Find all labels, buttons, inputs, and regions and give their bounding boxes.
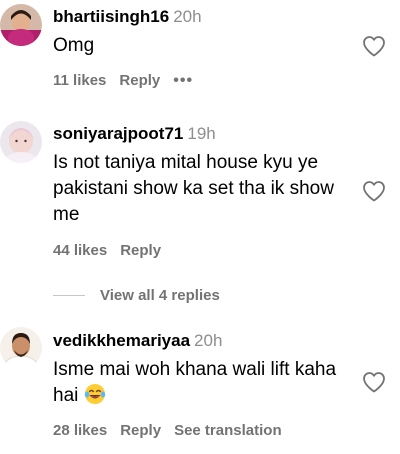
likes-count[interactable]: 44 likes [53, 242, 107, 259]
reply-button[interactable]: Reply [120, 242, 161, 259]
reply-button[interactable]: Reply [119, 72, 160, 89]
heart-outline-icon[interactable] [362, 180, 386, 202]
comment-text: Omg [53, 35, 95, 56]
timestamp: 20h [194, 331, 223, 350]
username[interactable]: soniyarajpoot71 19h [53, 124, 216, 144]
username[interactable]: bhartiisingh16 20h [53, 7, 202, 27]
avatar[interactable] [0, 327, 42, 369]
likes-count[interactable]: 28 likes [53, 422, 107, 439]
comment-actions: 44 likes Reply [53, 242, 174, 259]
more-options-icon[interactable]: ••• [173, 72, 193, 89]
reply-button[interactable]: Reply [120, 422, 161, 439]
username-text[interactable]: soniyarajpoot71 [53, 124, 183, 143]
comment-text: Is not taniya mital house kyu ye pakista… [53, 152, 334, 225]
see-translation-link[interactable]: See translation [174, 422, 282, 439]
username[interactable]: vedikkhemariyaa 20h [53, 331, 222, 351]
heart-outline-icon[interactable] [362, 371, 386, 393]
view-replies-label[interactable]: View all 4 replies [100, 287, 220, 304]
tears-of-joy-emoji [84, 384, 105, 404]
comment-actions: 11 likes Reply ••• [53, 72, 206, 90]
heart-outline-icon[interactable] [362, 35, 386, 57]
comment-actions: 28 likes Reply See translation [53, 422, 295, 439]
divider-line [53, 294, 85, 296]
view-replies[interactable]: View all 4 replies [53, 286, 220, 304]
avatar[interactable] [0, 4, 42, 46]
timestamp: 19h [187, 124, 216, 143]
username-text[interactable]: bhartiisingh16 [53, 7, 169, 26]
timestamp: 20h [173, 7, 202, 26]
comment-text: Isme mai woh khana wali lift kaha hai [53, 357, 343, 409]
likes-count[interactable]: 11 likes [53, 72, 106, 89]
avatar[interactable] [0, 121, 42, 163]
username-text[interactable]: vedikkhemariyaa [53, 331, 190, 350]
